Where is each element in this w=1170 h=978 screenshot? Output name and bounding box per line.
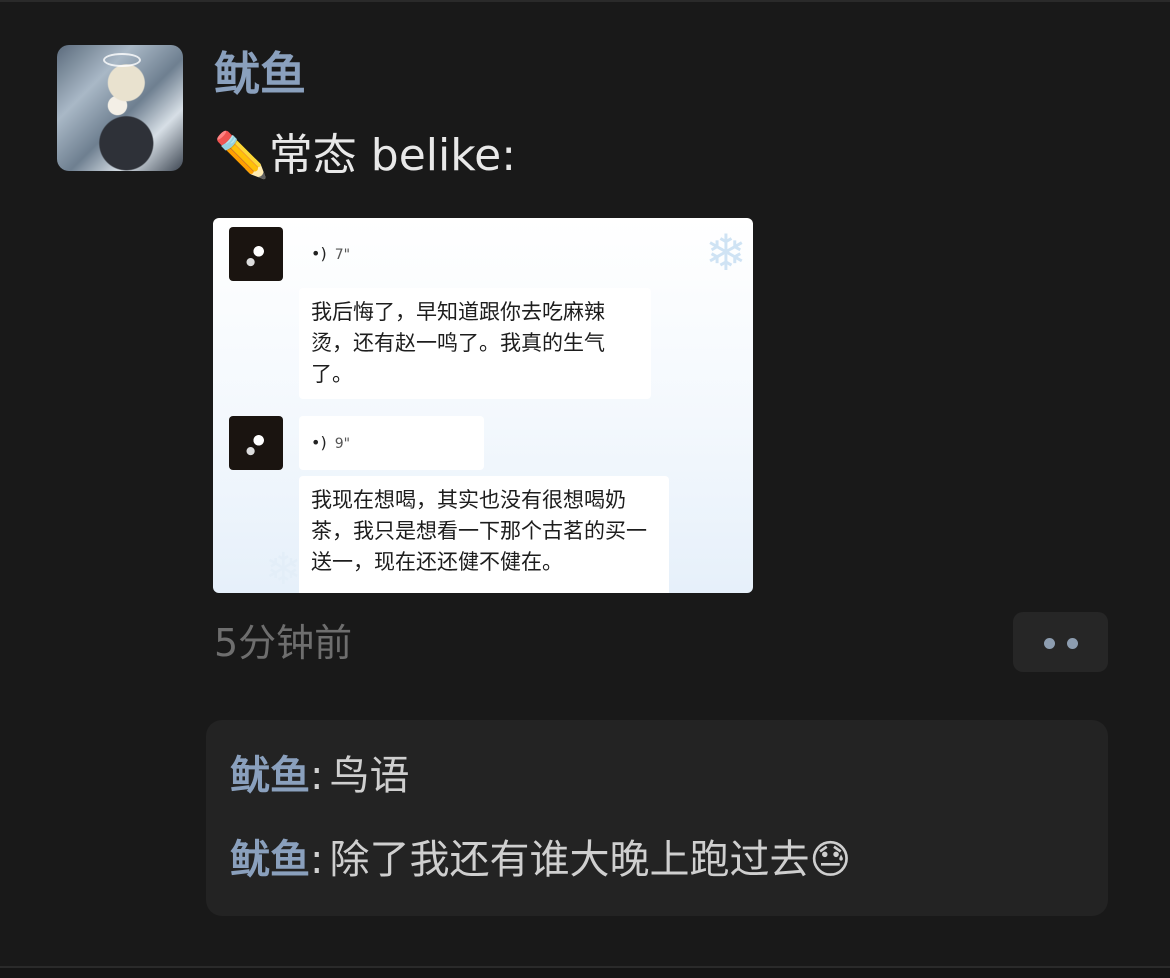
comment-colon: : [310, 837, 324, 883]
comment-item[interactable]: 鱿鱼: 除了我还有谁大晚上跑过去😓 [230, 832, 851, 888]
pencil-icon: ✏️ [214, 130, 269, 181]
comment-panel: 鱿鱼: 鸟语 鱿鱼: 除了我还有谁大晚上跑过去😓 [206, 720, 1108, 916]
more-dots-icon [1067, 638, 1078, 649]
comment-text: 鸟语 [329, 753, 410, 799]
user-avatar[interactable] [57, 45, 183, 171]
top-divider [0, 0, 1170, 2]
snowflake-icon: ❄ [705, 224, 747, 282]
comment-colon: : [310, 753, 324, 799]
voice-icon: •) [311, 244, 327, 263]
post-username[interactable]: 鱿鱼 [214, 44, 306, 104]
voice-duration: 9" [334, 436, 351, 452]
post-time: 5分钟前 [214, 621, 353, 665]
voice-icon: •) [311, 433, 327, 452]
chat-bubble: 我现在想喝，其实也没有很想喝奶茶，我只是想看一下那个古茗的买一送一，现在还还健不… [299, 476, 669, 593]
post-text: ✏️常态 belike: [214, 126, 516, 186]
halo-icon [103, 53, 141, 67]
post-image[interactable]: ❄ ❄ •) 7" 我后悔了，早知道跟你去吃麻辣烫，还有赵一鸣了。我真的生气了。 … [213, 218, 753, 593]
comment-author[interactable]: 鱿鱼 [230, 753, 310, 799]
more-button[interactable] [1013, 612, 1108, 672]
chat-avatar [229, 416, 283, 470]
voice-message: •) 7" [299, 227, 429, 281]
post-text-content: 常态 belike: [268, 130, 517, 181]
comment-text: 除了我还有谁大晚上跑过去😓 [329, 837, 852, 883]
bottom-strip [0, 968, 1170, 978]
voice-duration: 7" [334, 247, 351, 263]
chat-avatar [229, 227, 283, 281]
chat-bubble: 我后悔了，早知道跟你去吃麻辣烫，还有赵一鸣了。我真的生气了。 [299, 288, 651, 399]
comment-author[interactable]: 鱿鱼 [230, 837, 310, 883]
more-dots-icon [1044, 638, 1055, 649]
comment-item[interactable]: 鱿鱼: 鸟语 [230, 748, 409, 804]
voice-message: •) 9" [299, 416, 484, 470]
snowflake-icon: ❄ [265, 544, 302, 593]
